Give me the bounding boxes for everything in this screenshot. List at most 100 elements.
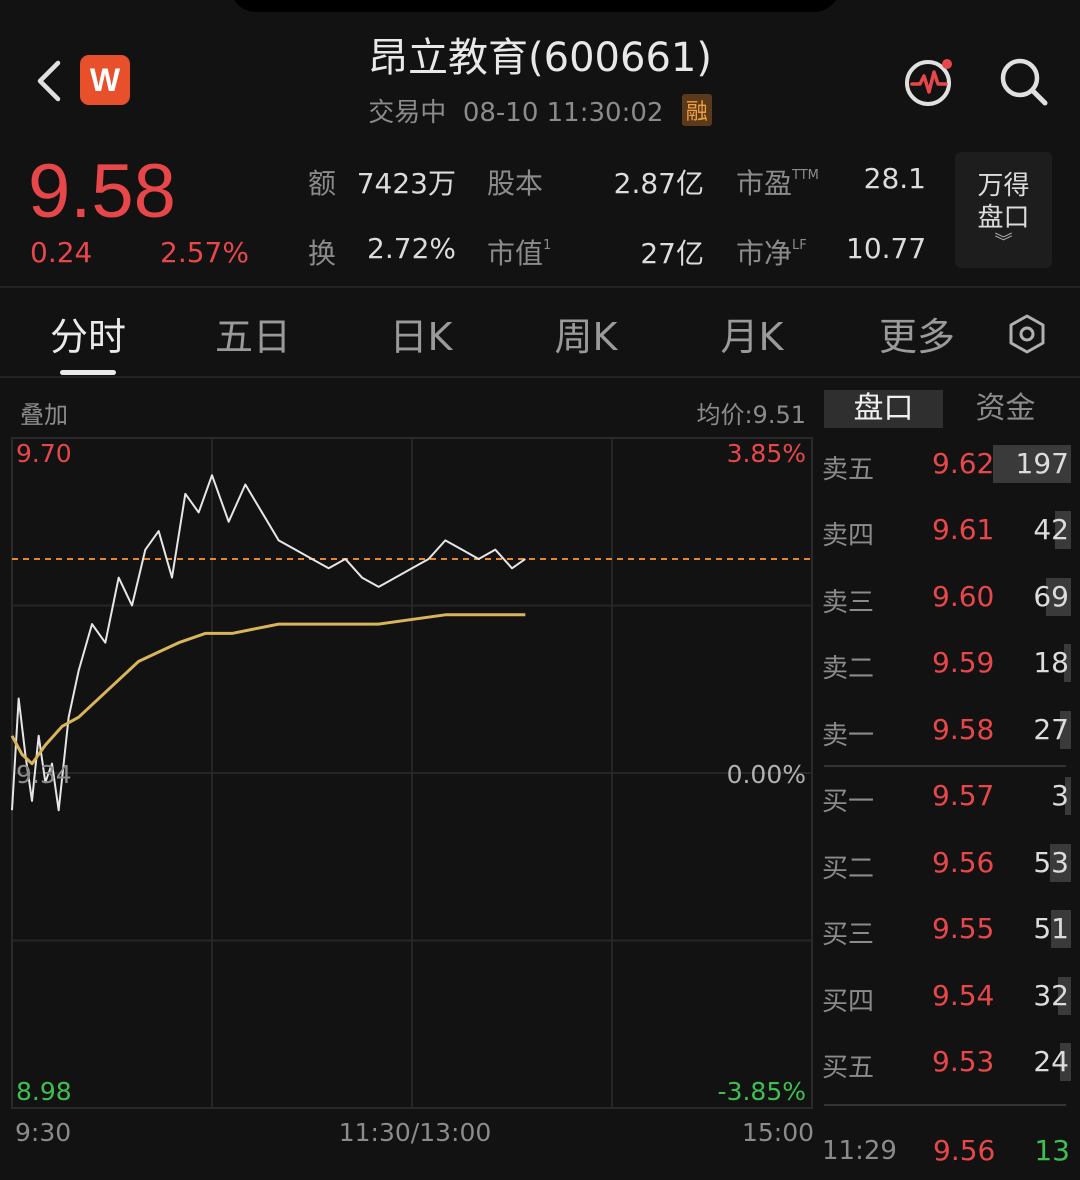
search-button[interactable] (996, 54, 1052, 110)
wind-button-line1: 万得 (977, 171, 1030, 201)
level-price: 9.57 (932, 779, 995, 812)
chevron-down-icon: ︾ (994, 232, 1013, 253)
wind-button-line2: 盘口 (977, 203, 1030, 233)
last-tick-volume: 13 (1034, 1134, 1070, 1167)
average-price-label: 均价:9.51 (696, 401, 806, 429)
x-tick-label: 9:30 (15, 1118, 72, 1147)
pe-value: 28.1 (863, 162, 926, 195)
level-volume: 3 (1051, 779, 1069, 812)
last-tick-time: 11:29 (822, 1136, 897, 1166)
level-price: 9.59 (932, 646, 995, 679)
ask-level-row[interactable]: 卖三 9.60 69 (822, 578, 1074, 618)
stock-title: 昂立教育(600661) (368, 35, 712, 81)
level-label: 买二 (822, 854, 875, 884)
divider (824, 765, 1066, 767)
level-price: 9.54 (932, 979, 995, 1012)
level-price: 9.61 (932, 513, 995, 546)
level-price: 9.62 (932, 447, 995, 480)
pulse-icon (905, 59, 952, 106)
market-cap-label: 市值1 (487, 237, 552, 270)
y-pct-label-low: -3.85% (718, 1077, 806, 1106)
x-tick-label: 11:30/13:00 (338, 1118, 492, 1147)
chart-settings-button[interactable] (1005, 312, 1049, 356)
settings-hexagon-icon (1009, 314, 1045, 354)
chart-grid (11, 437, 813, 1109)
turnover-label: 换 (308, 237, 337, 270)
y-pct-label-high: 3.85% (727, 439, 806, 468)
level-label: 卖一 (822, 721, 875, 751)
chart-lines (10, 474, 526, 812)
ask-level-row[interactable]: 卖五 9.62 197 (822, 445, 1074, 485)
level-volume: 18 (1033, 646, 1069, 679)
pb-value: 10.77 (846, 232, 927, 265)
trading-status: 交易中 08-10 11:30:02 融 (300, 92, 780, 129)
wind-orderbook-button[interactable]: 万得 盘口 ︾ (955, 152, 1052, 268)
tab-weekly-k[interactable]: 周K (521, 306, 651, 361)
pe-label: 市盈TTM (736, 167, 819, 200)
current-price: 9.58 (28, 149, 176, 234)
bid-level-row[interactable]: 买一 9.57 3 (822, 777, 1074, 817)
level-volume: 69 (1033, 580, 1069, 613)
level-label: 卖五 (822, 455, 875, 485)
ask-level-row[interactable]: 卖一 9.58 27 (822, 711, 1074, 751)
level-volume: 32 (1033, 979, 1069, 1012)
ask-level-row[interactable]: 卖二 9.59 18 (822, 644, 1074, 684)
bid-level-row[interactable]: 买二 9.56 53 (822, 844, 1074, 884)
level-volume: 42 (1033, 513, 1069, 546)
y-tick-label-low: 8.98 (16, 1077, 72, 1106)
search-icon (1000, 58, 1048, 106)
turnover-value: 2.72% (367, 232, 456, 265)
level-label: 买四 (822, 987, 875, 1017)
level-label: 买三 (822, 920, 875, 950)
level-label: 买一 (822, 787, 875, 817)
level-price: 9.53 (932, 1045, 995, 1078)
tab-five-day[interactable]: 五日 (188, 306, 318, 361)
level-price: 9.56 (932, 846, 995, 879)
chevron-left-icon (37, 60, 61, 102)
tab-monthly-k[interactable]: 月K (687, 306, 817, 361)
tab-intraday[interactable]: 分时 (23, 306, 153, 361)
amount-label: 额 (308, 167, 337, 200)
y-pct-label-mid: 0.00% (727, 760, 806, 789)
x-tick-label: 15:00 (741, 1118, 814, 1147)
divider (0, 376, 1080, 378)
active-tab-indicator (60, 370, 116, 375)
overlay-button[interactable]: 叠加 (20, 395, 68, 430)
tab-orderbook[interactable]: 盘口 (824, 390, 943, 428)
intraday-chart[interactable]: 9.70 9.34 8.98 3.85% 0.00% -3.85% (0, 430, 818, 1114)
share-cap-label: 股本 (487, 167, 544, 200)
tab-daily-k[interactable]: 日K (356, 306, 486, 361)
level-price: 9.55 (932, 912, 995, 945)
tab-more[interactable]: 更多 (852, 306, 982, 361)
last-tick-price: 9.56 (933, 1134, 996, 1167)
price-change: 0.24 (30, 236, 93, 269)
y-tick-label-high: 9.70 (16, 439, 72, 468)
market-cap-value: 27亿 (640, 237, 704, 270)
level-volume: 24 (1033, 1045, 1069, 1078)
status-datetime: 08-10 11:30:02 (462, 98, 664, 128)
level-label: 卖四 (822, 521, 875, 551)
ask-level-row[interactable]: 卖四 9.61 42 (822, 511, 1074, 551)
level-volume: 27 (1033, 713, 1069, 746)
tab-capital-flow[interactable]: 资金 (946, 390, 1065, 428)
level-volume: 197 (1015, 447, 1069, 480)
bid-level-row[interactable]: 买五 9.53 24 (822, 1043, 1074, 1083)
price-line (11, 474, 526, 812)
level-price: 9.58 (932, 713, 995, 746)
share-cap-value: 2.87亿 (613, 167, 704, 200)
level-price: 9.60 (932, 580, 995, 613)
amount-value: 7423万 (356, 167, 456, 200)
level-label: 卖二 (822, 654, 875, 684)
bid-level-row[interactable]: 买三 9.55 51 (822, 910, 1074, 950)
pb-label: 市净LF (736, 237, 807, 270)
divider (0, 286, 1080, 288)
market-pulse-button[interactable] (900, 52, 960, 112)
y-tick-label-mid: 9.34 (16, 760, 72, 789)
price-change-percent: 2.57% (160, 236, 249, 269)
top-bar-notch (230, 0, 840, 12)
bid-level-row[interactable]: 买四 9.54 32 (822, 977, 1074, 1017)
back-button[interactable] (30, 55, 70, 107)
status-text: 交易中 (368, 98, 447, 128)
level-volume: 53 (1033, 846, 1069, 879)
level-label: 买五 (822, 1053, 875, 1083)
